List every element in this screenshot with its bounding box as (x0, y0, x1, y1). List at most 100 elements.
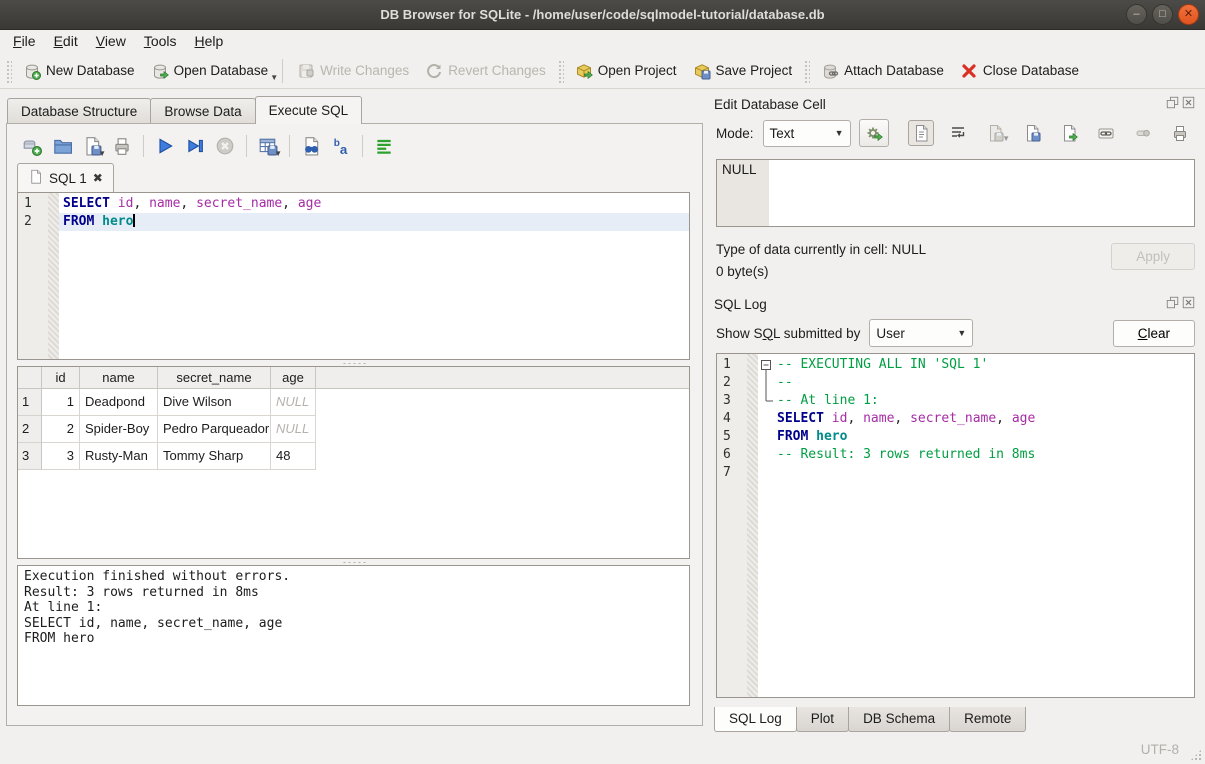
menu-edit[interactable]: Edit (45, 30, 87, 53)
line-number: 2 (18, 213, 48, 231)
apply-button: Apply (1111, 243, 1195, 270)
sql-tab[interactable]: SQL 1 ✖ (17, 163, 114, 192)
sql-editor[interactable]: 12SELECT id, name, secret_name, ageFROM … (17, 192, 690, 360)
corner-header-cell[interactable] (18, 367, 42, 388)
filter-label: Show SQL submitted by (716, 326, 869, 341)
format-sql-icon[interactable] (371, 133, 397, 159)
export-cell-icon[interactable] (1056, 120, 1082, 146)
fold-marker[interactable] (758, 356, 773, 374)
float-dock-icon[interactable] (1166, 296, 1179, 312)
toolbar-button-label: New Database (46, 63, 135, 78)
row-number[interactable]: 3 (18, 443, 42, 470)
close-database-button[interactable]: Close Database (952, 58, 1087, 84)
new-sql-tab-icon[interactable] (19, 133, 45, 159)
column-header-id[interactable]: id (42, 367, 80, 388)
table-cell[interactable]: 48 (271, 443, 316, 470)
close-icon[interactable]: ✖ (93, 171, 103, 185)
cell-type-text: Type of data currently in cell: NULL (716, 239, 1111, 261)
save-project-icon (693, 62, 711, 80)
row-number[interactable]: 2 (18, 416, 42, 443)
mode-select[interactable]: Text ▼ (763, 120, 851, 147)
bottom-tab-sql-log[interactable]: SQL Log (714, 707, 797, 732)
title-bar: DB Browser for SQLite - /home/user/code/… (0, 0, 1205, 30)
tab-database-structure[interactable]: Database Structure (7, 98, 151, 124)
fold-marker[interactable] (758, 392, 773, 410)
code-line[interactable]: FROM hero (59, 213, 689, 231)
text-view-icon[interactable] (908, 120, 934, 146)
import-cell-icon[interactable] (1019, 120, 1045, 146)
execute-sql-panel: ▼▼ba SQL 1 ✖ 12SELECT id, name, secret_n… (6, 123, 703, 726)
fold-empty (758, 410, 773, 428)
link-icon[interactable] (1093, 120, 1119, 146)
bottom-tab-plot[interactable]: Plot (796, 707, 849, 732)
save-sql-file-icon[interactable]: ▼ (79, 133, 105, 159)
menu-help[interactable]: Help (186, 30, 233, 53)
sql-log-dock-title: SQL Log (712, 293, 1197, 315)
word-wrap-icon[interactable] (945, 120, 971, 146)
table-cell[interactable]: 2 (42, 416, 80, 443)
line-number: 3 (717, 392, 747, 410)
editor-code-area[interactable]: SELECT id, name, secret_name, ageFROM he… (59, 193, 689, 359)
attach-database-button[interactable]: Attach Database (813, 58, 952, 84)
open-database-button[interactable]: Open Database▼ (143, 58, 277, 84)
table-cell[interactable]: 3 (42, 443, 80, 470)
chevron-down-icon: ▼ (270, 73, 278, 82)
menu-file[interactable]: File (4, 30, 45, 53)
log-fold-column (758, 354, 773, 697)
auto-apply-button[interactable] (859, 119, 889, 147)
table-cell[interactable]: Tommy Sharp (158, 443, 271, 470)
tab-browse-data[interactable]: Browse Data (150, 98, 255, 124)
revert-changes-button: Revert Changes (417, 58, 554, 84)
table-cell[interactable]: 1 (42, 389, 80, 416)
print-icon[interactable] (109, 133, 135, 159)
toolbar-separator (143, 135, 144, 157)
submitted-by-select[interactable]: User ▼ (869, 319, 973, 347)
save-project-button[interactable]: Save Project (685, 58, 801, 84)
code-line[interactable]: SELECT id, name, secret_name, age (59, 195, 689, 213)
row-filler (316, 416, 689, 443)
tab-execute-sql[interactable]: Execute SQL (255, 96, 363, 124)
toolbar-handle[interactable] (5, 59, 12, 83)
find-icon[interactable] (298, 133, 324, 159)
bottom-tab-remote[interactable]: Remote (949, 707, 1026, 732)
table-cell[interactable]: Dive Wilson (158, 389, 271, 416)
execution-message: Execution finished without errors.Result… (17, 565, 690, 706)
maximize-button[interactable]: □ (1152, 4, 1173, 25)
close-button[interactable]: ✕ (1178, 4, 1199, 25)
close-dock-icon[interactable] (1182, 296, 1195, 312)
minimize-button[interactable]: – (1126, 4, 1147, 25)
open-sql-file-icon[interactable] (49, 133, 75, 159)
execute-all-icon[interactable] (152, 133, 178, 159)
menu-tools[interactable]: Tools (135, 30, 186, 53)
clear-button[interactable]: Clear (1113, 320, 1195, 347)
table-cell[interactable]: Deadpond (80, 389, 158, 416)
close-dock-icon[interactable] (1182, 96, 1195, 112)
table-cell[interactable]: Spider-Boy (80, 416, 158, 443)
float-dock-icon[interactable] (1166, 96, 1179, 112)
open-project-button[interactable]: Open Project (567, 58, 685, 84)
code-token: SELECT (63, 196, 118, 211)
table-cell[interactable]: Pedro Parqueador (158, 416, 271, 443)
line-number: 4 (717, 410, 747, 428)
save-results-icon[interactable]: ▼ (255, 133, 281, 159)
new-database-button[interactable]: New Database (15, 58, 143, 84)
toolbar-handle[interactable] (803, 59, 810, 83)
column-header-secret_name[interactable]: secret_name (158, 367, 271, 388)
fold-marker[interactable] (758, 374, 773, 392)
fold-empty (758, 446, 773, 464)
table-cell[interactable]: NULL (271, 389, 316, 416)
column-header-age[interactable]: age (271, 367, 316, 388)
execute-current-line-icon[interactable] (182, 133, 208, 159)
attach-database-icon (821, 62, 839, 80)
table-cell[interactable]: Rusty-Man (80, 443, 158, 470)
column-header-name[interactable]: name (80, 367, 158, 388)
table-cell[interactable]: NULL (271, 416, 316, 443)
row-number[interactable]: 1 (18, 389, 42, 416)
menu-view[interactable]: View (87, 30, 135, 53)
print-cell-icon[interactable] (1167, 120, 1193, 146)
bottom-tab-db-schema[interactable]: DB Schema (848, 707, 950, 732)
resize-grip[interactable] (1190, 749, 1202, 761)
toolbar-handle[interactable] (557, 59, 564, 83)
replace-icon[interactable]: ba (328, 133, 354, 159)
cell-editor[interactable]: NULL (716, 159, 1195, 227)
